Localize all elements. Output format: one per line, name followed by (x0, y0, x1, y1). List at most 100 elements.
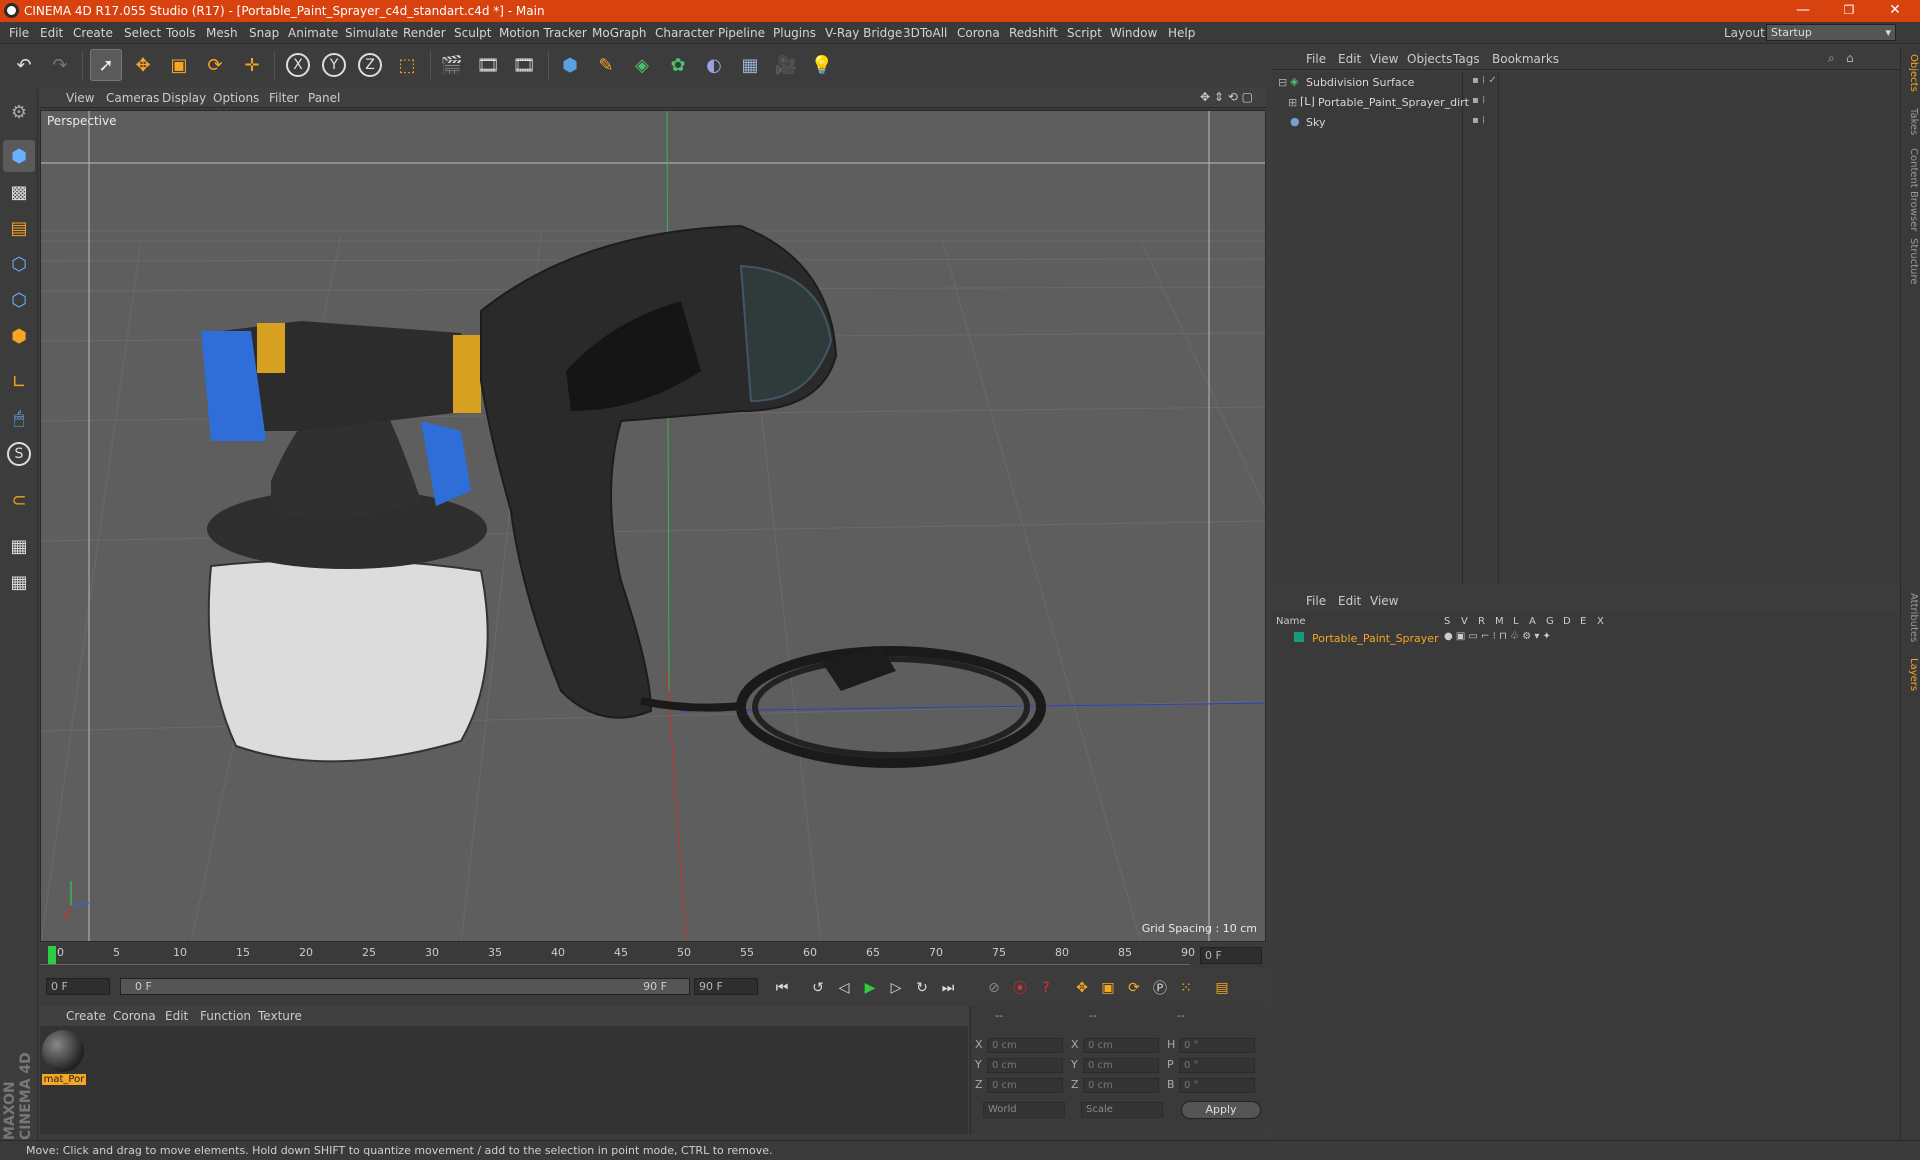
previous-frame-button[interactable]: ◁ (832, 976, 856, 1000)
menu-help[interactable]: Help (1168, 26, 1195, 40)
viewport-menu-options[interactable]: Options (213, 91, 259, 105)
z-axis-lock-button[interactable]: Z (354, 49, 386, 81)
menu-simulate[interactable]: Simulate (345, 26, 398, 40)
tab-attributes[interactable]: Attributes (1903, 593, 1919, 642)
viewport-menu-panel[interactable]: Panel (308, 91, 340, 105)
material-menu-texture[interactable]: Texture (258, 1009, 302, 1023)
timeline-ruler[interactable]: 0 5 10 15 20 25 30 35 40 45 50 55 60 65 … (40, 944, 1266, 968)
menu-animate[interactable]: Animate (288, 26, 338, 40)
tab-content-browser[interactable]: Content Browser (1903, 148, 1919, 231)
object-menu-edit[interactable]: Edit (1338, 52, 1361, 66)
key-parameter-button[interactable]: Ⓟ (1148, 976, 1172, 1000)
timeline-window-button[interactable]: ▤ (1210, 976, 1234, 1000)
render-view-button[interactable]: 🎬 (436, 49, 468, 81)
scale-tool-button[interactable]: ▣ (163, 49, 195, 81)
menu-edit[interactable]: Edit (40, 26, 63, 40)
rotate-tool-button[interactable]: ⟳ (199, 49, 231, 81)
menu-mesh[interactable]: Mesh (206, 26, 238, 40)
transform-tool-button[interactable]: ✛ (236, 49, 268, 81)
go-to-start-button[interactable]: ⏮ (770, 976, 794, 1000)
search-icon[interactable]: ⌕ (1828, 51, 1835, 66)
viewport-menu-view[interactable]: View (66, 91, 94, 105)
play-button[interactable]: ▶ (858, 976, 882, 1000)
layer-menu-view[interactable]: View (1370, 594, 1398, 608)
start-frame-field[interactable]: 0 F (46, 978, 110, 995)
live-selection-button[interactable]: ➚ (90, 49, 122, 81)
record-active-button[interactable]: ⦿ (1008, 976, 1032, 1000)
add-light-button[interactable]: 💡 (806, 49, 838, 81)
layer-flags-icon[interactable]: ● ▣ ▭ ⌐ ⁝ ⊓ ♧ ⚙ ▾ ✦ (1444, 631, 1551, 642)
end-frame-field[interactable]: 90 F (694, 978, 758, 995)
layer-color-swatch[interactable] (1294, 632, 1304, 642)
layer-row[interactable]: Portable_Paint_Sprayer ● ▣ ▭ ⌐ ⁝ ⊓ ♧ ⚙ ▾… (1272, 631, 1900, 647)
next-key-button[interactable]: ↻ (910, 976, 934, 1000)
menu-sculpt[interactable]: Sculpt (454, 26, 491, 40)
frame-range-slider[interactable]: 0 F 90 F (120, 978, 690, 995)
layer-menu-file[interactable]: File (1306, 594, 1326, 608)
x-axis-lock-button[interactable]: X (282, 49, 314, 81)
rotation-h-field[interactable]: 0 ° (1179, 1038, 1255, 1053)
redo-button[interactable]: ↷ (44, 49, 76, 81)
texture-mode-button[interactable]: ▩ (3, 176, 35, 208)
position-z-field[interactable]: 0 cm (987, 1078, 1063, 1093)
object-row[interactable]: ● Sky ▪ ⁞ (1272, 114, 1900, 132)
layer-menu-edit[interactable]: Edit (1338, 594, 1361, 608)
add-nurbs-button[interactable]: ◈ (626, 49, 658, 81)
menu-motion-tracker[interactable]: Motion Tracker (499, 26, 587, 40)
motion-record-button[interactable]: ⊘ (982, 976, 1006, 1000)
menu-vray-bridge[interactable]: V-Ray Bridge (825, 26, 902, 40)
rotation-b-field[interactable]: 0 ° (1179, 1078, 1255, 1093)
add-array-button[interactable]: ✿ (662, 49, 694, 81)
magnet-button[interactable]: ⊂ (3, 484, 35, 516)
home-icon[interactable]: ⌂ (1846, 51, 1854, 65)
menu-render[interactable]: Render (403, 26, 446, 40)
locked-workplane-button[interactable]: ▦ (3, 530, 35, 562)
material-swatch[interactable]: mat_Por (42, 1030, 86, 1088)
material-menu-corona[interactable]: Corona (113, 1009, 156, 1023)
menu-pipeline[interactable]: Pipeline (718, 26, 765, 40)
key-rotation-button[interactable]: ⟳ (1122, 976, 1146, 1000)
minimize-button[interactable]: — (1780, 0, 1826, 22)
size-x-field[interactable]: 0 cm (1083, 1038, 1159, 1053)
viewport-menu-display[interactable]: Display (162, 91, 206, 105)
expand-toggle-icon[interactable]: ⊞ (1288, 96, 1297, 109)
tab-takes[interactable]: Takes (1903, 108, 1919, 135)
object-menu-tags[interactable]: Tags (1453, 52, 1480, 66)
undo-button[interactable]: ↶ (8, 49, 40, 81)
tweak-mode-button[interactable]: 🖱 (3, 402, 35, 434)
edges-mode-button[interactable]: ⬡ (3, 284, 35, 316)
close-button[interactable]: ✕ (1872, 0, 1918, 22)
coordinate-system-button[interactable]: ⬚ (391, 49, 423, 81)
menu-script[interactable]: Script (1067, 26, 1102, 40)
object-menu-bookmarks[interactable]: Bookmarks (1492, 52, 1559, 66)
go-to-end-button[interactable]: ⏭ (936, 976, 960, 1000)
tab-layers[interactable]: Layers (1903, 658, 1919, 691)
menu-select[interactable]: Select (124, 26, 161, 40)
material-menu-function[interactable]: Function (200, 1009, 251, 1023)
size-z-field[interactable]: 0 cm (1083, 1078, 1159, 1093)
timeline-playhead[interactable] (48, 946, 56, 964)
axis-mode-button[interactable]: ∟ (3, 366, 35, 398)
add-spline-button[interactable]: ✎ (590, 49, 622, 81)
menu-window[interactable]: Window (1110, 26, 1157, 40)
viewport-navigation-icon[interactable]: ✥ ⇕ ⟲ ▢ (1200, 90, 1253, 104)
autokey-button[interactable]: ? (1034, 976, 1058, 1000)
previous-key-button[interactable]: ↺ (806, 976, 830, 1000)
menu-corona[interactable]: Corona (957, 26, 1000, 40)
add-deformer-button[interactable]: ◐ (698, 49, 730, 81)
y-axis-lock-button[interactable]: Y (318, 49, 350, 81)
position-y-field[interactable]: 0 cm (987, 1058, 1063, 1073)
add-floor-button[interactable]: ▦ (734, 49, 766, 81)
menu-snap[interactable]: Snap (249, 26, 279, 40)
key-position-button[interactable]: ✥ (1070, 976, 1094, 1000)
menu-redshift[interactable]: Redshift (1009, 26, 1058, 40)
key-scale-button[interactable]: ▣ (1096, 976, 1120, 1000)
menu-file[interactable]: File (9, 26, 29, 40)
menu-plugins[interactable]: Plugins (773, 26, 816, 40)
menu-create[interactable]: Create (73, 26, 113, 40)
material-menu-create[interactable]: Create (66, 1009, 106, 1023)
object-row[interactable]: ⊞ ⌈L⌋ Portable_Paint_Sprayer_dirt ▪ ⁞ (1272, 94, 1900, 112)
next-frame-button[interactable]: ▷ (884, 976, 908, 1000)
menu-character[interactable]: Character (655, 26, 714, 40)
viewport-perspective[interactable]: Perspective Grid Spacing : 10 cm (40, 110, 1266, 942)
